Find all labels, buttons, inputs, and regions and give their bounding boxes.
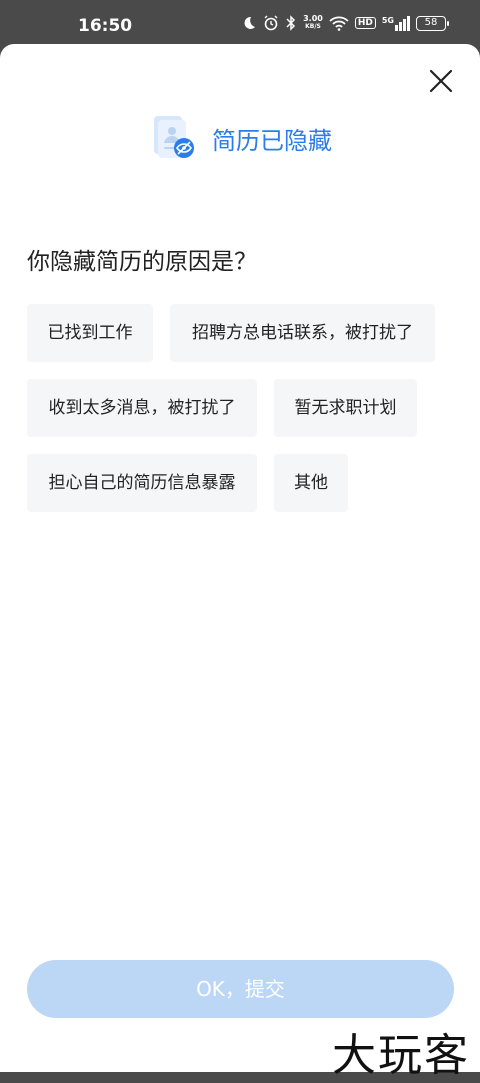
status-bar: 16:50 3.00 KB/S HD 5G 58 <box>0 0 480 44</box>
signal-label: 5G <box>381 15 394 25</box>
reason-chip-privacy-concern[interactable]: 担心自己的简历信息暴露 <box>27 454 257 512</box>
network-speed-value: 3.00 <box>303 14 323 23</box>
battery-icon: 58 <box>416 15 449 31</box>
cellular-signal-icon: 5G <box>381 15 410 31</box>
network-speed-unit: KB/S <box>305 23 321 30</box>
status-time: 16:50 <box>78 16 133 36</box>
reason-chip-no-job-plan[interactable]: 暂无求职计划 <box>274 379 417 437</box>
question-heading: 你隐藏简历的原因是？ <box>27 249 257 275</box>
close-icon[interactable] <box>426 66 456 96</box>
alarm-icon <box>264 15 278 31</box>
moon-icon <box>244 16 256 29</box>
watermark: 大玩客 <box>332 1030 470 1081</box>
header-title: 简历已隐藏 <box>212 126 332 155</box>
reason-chip-other[interactable]: 其他 <box>274 454 348 512</box>
reason-chip-too-many-messages[interactable]: 收到太多消息，被打扰了 <box>27 379 257 437</box>
reason-chip-recruiter-calls[interactable]: 招聘方总电话联系，被打扰了 <box>170 304 435 362</box>
hide-resume-sheet: 简历已隐藏 你隐藏简历的原因是？ 已找到工作 招聘方总电话联系，被打扰了 收到太… <box>0 44 480 1081</box>
reason-chip-found-job[interactable]: 已找到工作 <box>27 304 153 362</box>
network-speed: 3.00 KB/S <box>303 15 323 31</box>
hd-icon: HD <box>354 17 376 29</box>
submit-button[interactable]: OK，提交 <box>27 960 454 1018</box>
hidden-resume-icon <box>154 116 194 158</box>
bluetooth-icon <box>286 15 296 31</box>
header: 简历已隐藏 <box>150 114 332 162</box>
system-icons: 3.00 KB/S HD 5G 58 <box>241 15 449 31</box>
wifi-icon <box>329 16 349 31</box>
